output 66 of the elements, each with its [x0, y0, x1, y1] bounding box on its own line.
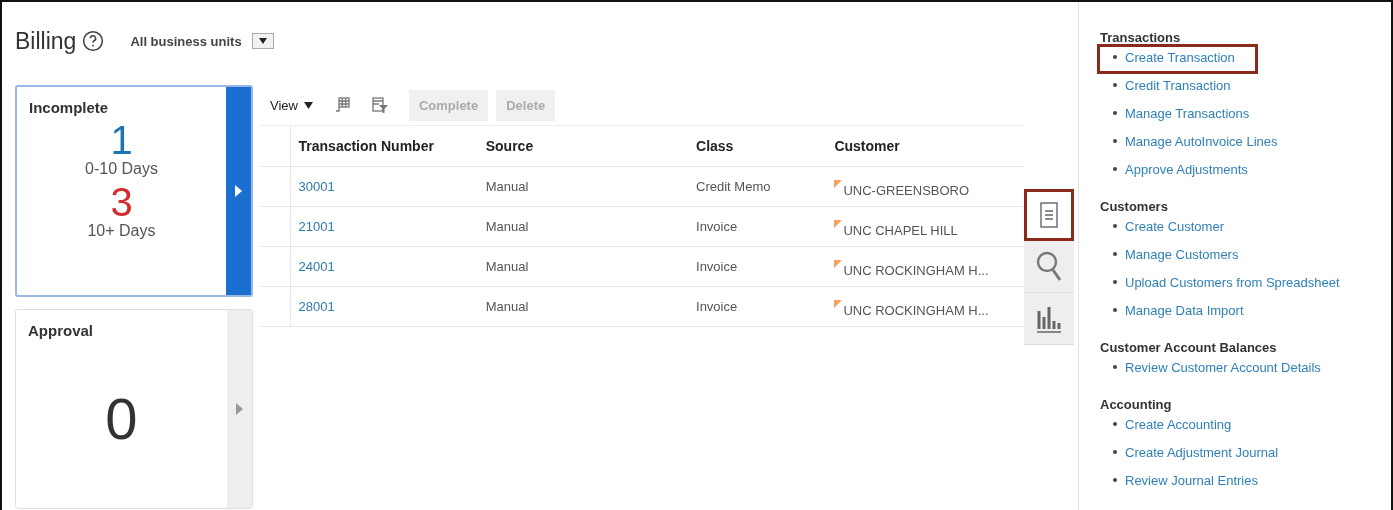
expand-arrow-icon: [236, 403, 243, 415]
task-link[interactable]: Create Customer: [1100, 216, 1230, 244]
table-cell: UNC-GREENSBORO: [843, 182, 970, 198]
transaction-link[interactable]: 28001: [298, 299, 335, 314]
infotile-card[interactable]: Incomplete 1 0-10 Days 3 10+ Days: [15, 85, 253, 297]
table-cell: Invoice: [696, 299, 738, 314]
caret-icon: [258, 38, 267, 44]
task-link[interactable]: Manage Customers: [1100, 244, 1245, 272]
task-link[interactable]: Manage Data Import: [1100, 300, 1250, 328]
card-title: Approval: [28, 322, 94, 339]
column-header[interactable]: Transaction Number: [298, 138, 434, 154]
metric-value: 0: [105, 389, 138, 449]
caret-icon: [303, 101, 313, 109]
flag-icon: [834, 259, 843, 268]
table-cell: Invoice: [696, 219, 738, 234]
task-link[interactable]: Upload Customers from Spreadsheet: [1100, 272, 1346, 300]
metric-value: 1: [110, 120, 133, 160]
table-cell: Manual: [485, 219, 529, 234]
flag-icon: [834, 219, 843, 228]
transaction-link[interactable]: 30001: [298, 179, 335, 194]
table-cell: Credit Memo: [696, 179, 771, 194]
expand-arrow-icon: [235, 185, 242, 197]
task-link[interactable]: Approve Adjustments: [1100, 159, 1254, 187]
reports-tab[interactable]: [1024, 293, 1074, 345]
bar-chart-icon: [1036, 304, 1062, 333]
metric-value: 3: [110, 182, 133, 222]
help-icon[interactable]: [82, 30, 105, 52]
transaction-link[interactable]: 24001: [298, 259, 335, 274]
task-heading: Transactions: [1100, 30, 1182, 45]
transaction-link[interactable]: 21001: [298, 219, 335, 234]
tasks-tab[interactable]: [1024, 189, 1074, 241]
task-link[interactable]: Credit Transaction: [1100, 75, 1237, 103]
task-link[interactable]: Create Transaction: [1100, 47, 1255, 71]
column-header[interactable]: Customer: [834, 138, 900, 154]
table-cell: Manual: [485, 299, 529, 314]
table-cell: UNC ROCKINGHAM H...: [843, 302, 989, 318]
metric-label: 10+ Days: [87, 222, 156, 240]
task-link[interactable]: Manage Transactions: [1100, 103, 1256, 131]
search-icon: [1036, 250, 1062, 283]
table-cell: UNC ROCKINGHAM H...: [843, 262, 989, 278]
task-heading: Customers: [1100, 199, 1169, 214]
task-link[interactable]: Create Adjustment Journal: [1100, 442, 1285, 470]
task-link[interactable]: Review Journal Entries: [1100, 470, 1264, 498]
view-menu[interactable]: View: [270, 97, 313, 113]
card-title: Incomplete: [29, 99, 110, 116]
table-cell: Invoice: [696, 259, 738, 274]
metric-label: 0-10 Days: [85, 160, 158, 178]
flag-icon: [834, 179, 843, 188]
flag-icon: [834, 299, 843, 308]
column-header[interactable]: Source: [485, 138, 534, 154]
dropdown-button[interactable]: [251, 33, 274, 49]
infotile-card[interactable]: Approval 0: [15, 309, 253, 509]
table-cell: Manual: [485, 259, 529, 274]
search-tab[interactable]: [1024, 241, 1074, 293]
business-unit-label: All business units: [130, 33, 242, 49]
table-cell: Manual: [485, 179, 529, 194]
task-heading: Customer Account Balances: [1100, 340, 1278, 355]
filter-columns-icon[interactable]: [370, 96, 389, 114]
task-link[interactable]: Create Accounting: [1100, 414, 1238, 442]
table-cell: UNC CHAPEL HILL: [843, 222, 958, 238]
column-header[interactable]: Class: [696, 138, 734, 154]
task-heading: Accounting: [1100, 397, 1173, 412]
document-icon: [1040, 202, 1058, 228]
page-title: Billing: [15, 27, 77, 55]
task-link[interactable]: Manage AutoInvoice Lines: [1100, 131, 1284, 159]
task-link[interactable]: Review Customer Account Details: [1100, 357, 1327, 385]
